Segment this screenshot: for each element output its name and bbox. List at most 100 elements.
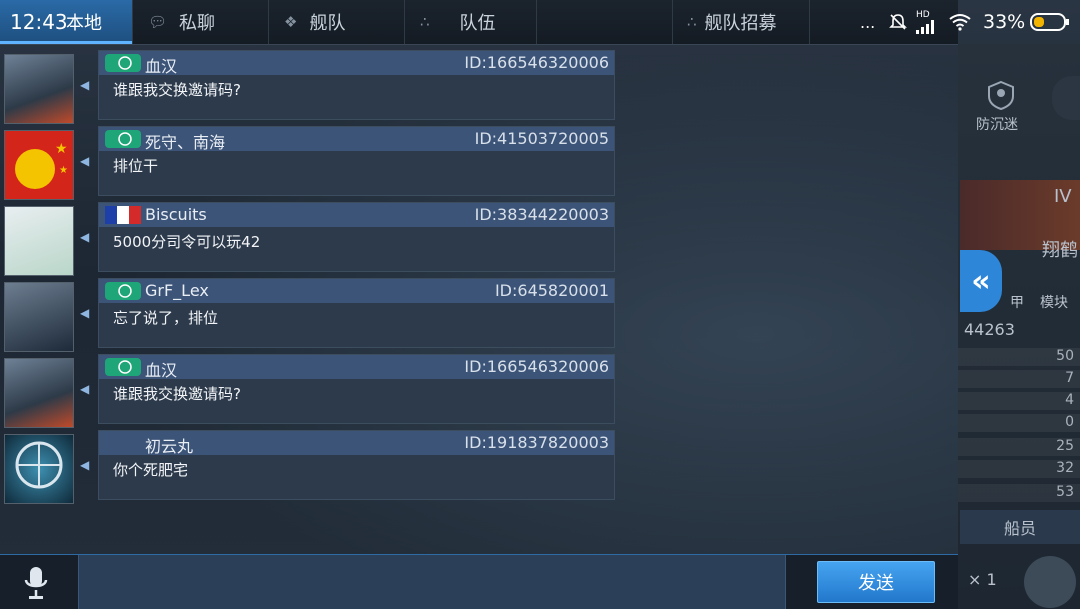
stat-value: 32 (1056, 460, 1074, 476)
sender-name[interactable]: Biscuits (145, 205, 207, 224)
tab-team-label: 队伍 (459, 13, 496, 34)
message-header: 死守、南海 ID:41503720005 (99, 127, 614, 153)
stat-value: 0 (1065, 414, 1074, 430)
sender-id: ID:166546320006 (464, 357, 609, 376)
warship-avatar[interactable] (4, 358, 74, 428)
sender-id: ID:38344220003 (474, 205, 609, 224)
sender-name[interactable]: 死守、南海 (145, 129, 225, 153)
anti-addiction-icon[interactable] (986, 80, 1016, 114)
chat-message-list[interactable]: ◀ 血汉 ID:166546320006 谁跟我交换邀请码? ★ ★ ◀ 死守、南… (0, 44, 958, 554)
message-text: 忘了说了，排位 (113, 309, 219, 327)
message-text: 你个死肥宅 (113, 461, 189, 479)
captain-avatar[interactable] (1024, 556, 1076, 608)
item-count: × 1 (968, 570, 997, 589)
green-badge-icon (105, 130, 141, 148)
warship-avatar[interactable] (4, 54, 74, 124)
stat-value: 25 (1056, 438, 1074, 454)
chat-input-bar: 发送 (0, 554, 958, 609)
message-text: 5000分司令可以玩42 (113, 233, 261, 251)
sender-name[interactable]: 初云丸 (145, 433, 193, 457)
tab-private-chat-label: 私聊 (179, 13, 216, 34)
recruit-dots-icon: ∴ (687, 13, 697, 31)
collapse-chat-button[interactable]: « (960, 250, 1002, 312)
tab-local-label: 本地 (66, 13, 102, 34)
message-bubble: Biscuits ID:38344220003 5000分司令可以玩42 (98, 202, 615, 272)
green-badge-icon (105, 358, 141, 376)
stat-row: 32 (958, 460, 1080, 478)
ship-name-label: 翔鹤 (1042, 240, 1078, 261)
fleet-emblem-icon: ❖ (284, 13, 298, 31)
bubble-pointer-icon: ◀ (80, 458, 90, 472)
bubble-pointer-icon: ◀ (80, 154, 90, 168)
mute-bell-icon (888, 0, 908, 44)
stat-value: 50 (1056, 348, 1074, 364)
sender-name[interactable]: 血汉 (145, 53, 177, 77)
tab-private-chat[interactable]: 💬︎ 私聊 (132, 0, 269, 44)
chat-message: ◀ GrF_Lex ID:645820001 忘了说了，排位 (0, 276, 620, 352)
message-bubble: 初云丸 ID:191837820003 你个死肥宅 (98, 430, 615, 500)
signal-icon: HD (916, 0, 936, 44)
message-header: 血汉 ID:166546320006 (99, 355, 614, 381)
tab-fleet-recruit[interactable]: ∴ 舰队招募 (672, 0, 810, 44)
next-arrow-button[interactable] (1052, 76, 1080, 120)
message-header: Biscuits ID:38344220003 (99, 203, 614, 227)
signal-hd-label: HD (916, 10, 930, 20)
chat-message-input[interactable] (78, 555, 786, 609)
sender-name[interactable]: 血汉 (145, 357, 177, 381)
anime-girl-avatar[interactable] (4, 206, 74, 276)
france-flag-icon (105, 206, 141, 224)
chat-message: ◀ 初云丸 ID:191837820003 你个死肥宅 (0, 428, 620, 504)
tab-fleet-recruit-label: 舰队招募 (704, 13, 777, 34)
stat-row: 0 (958, 414, 1080, 432)
anti-addiction-label: 防沉迷 (976, 117, 1018, 133)
chat-message: ◀ 血汉 ID:166546320006 谁跟我交换邀请码? (0, 48, 620, 124)
green-badge-icon (105, 282, 141, 300)
helm-avatar[interactable] (4, 434, 74, 504)
sender-id: ID:166546320006 (464, 53, 609, 72)
armor-label: 甲 (1010, 295, 1024, 311)
team-dots-icon: ∴ (420, 13, 430, 31)
svg-text:★: ★ (55, 141, 68, 157)
message-text: 谁跟我交换邀请码? (113, 385, 241, 403)
ship-score: 44263 (964, 320, 1015, 339)
anime-girl-avatar[interactable] (4, 282, 74, 352)
stat-value: 53 (1056, 484, 1074, 500)
green-badge-icon (105, 54, 141, 72)
battery-icon (1030, 0, 1070, 44)
svg-text:★: ★ (59, 165, 68, 176)
tab-team[interactable]: ∴ 队伍 (404, 0, 537, 44)
stat-row: 7 (958, 370, 1080, 388)
stat-value: 4 (1065, 392, 1074, 408)
stat-row: 50 (958, 348, 1080, 366)
bubble-pointer-icon: ◀ (80, 306, 90, 320)
send-button[interactable]: 发送 (817, 561, 935, 603)
double-chevron-left-icon: « (971, 263, 991, 299)
stat-row: 4 (958, 392, 1080, 410)
sender-name[interactable]: GrF_Lex (145, 281, 209, 300)
message-bubble: 血汉 ID:166546320006 谁跟我交换邀请码? (98, 354, 615, 424)
message-text: 排位干 (113, 157, 159, 175)
stat-value: 7 (1065, 370, 1074, 386)
chat-message: ◀ Biscuits ID:38344220003 5000分司令可以玩42 (0, 200, 620, 276)
speech-bubble-icon: 💬︎ (148, 13, 168, 31)
sender-id: ID:645820001 (494, 281, 609, 300)
message-header: GrF_Lex ID:645820001 (99, 279, 614, 303)
chat-message: ◀ 血汉 ID:166546320006 谁跟我交换邀请码? (0, 352, 620, 428)
crew-button[interactable]: 船员 (960, 510, 1080, 544)
status-dots: ... (860, 12, 876, 32)
red-flag-avatar[interactable]: ★ ★ (4, 130, 74, 200)
message-header: 血汉 ID:166546320006 (99, 51, 614, 77)
message-bubble: 死守、南海 ID:41503720005 排位干 (98, 126, 615, 196)
microphone-icon (24, 567, 48, 599)
tab-fleet[interactable]: ❖ 舰队 (268, 0, 405, 44)
bubble-pointer-icon: ◀ (80, 78, 90, 92)
sender-id: ID:191837820003 (464, 433, 609, 452)
tab-fleet-label: 舰队 (309, 13, 346, 34)
voice-input-button[interactable] (14, 563, 58, 603)
chat-tab-bar: 本地 💬︎ 私聊 ❖ 舰队 ∴ 队伍 ∴ 舰队招募 (0, 0, 958, 45)
message-bubble: GrF_Lex ID:645820001 忘了说了，排位 (98, 278, 615, 348)
message-bubble: 血汉 ID:166546320006 谁跟我交换邀请码? (98, 50, 615, 120)
stat-row: 53 (958, 484, 1080, 502)
chat-message: ★ ★ ◀ 死守、南海 ID:41503720005 排位干 (0, 124, 620, 200)
ship-tier-label: IV (1054, 186, 1072, 207)
